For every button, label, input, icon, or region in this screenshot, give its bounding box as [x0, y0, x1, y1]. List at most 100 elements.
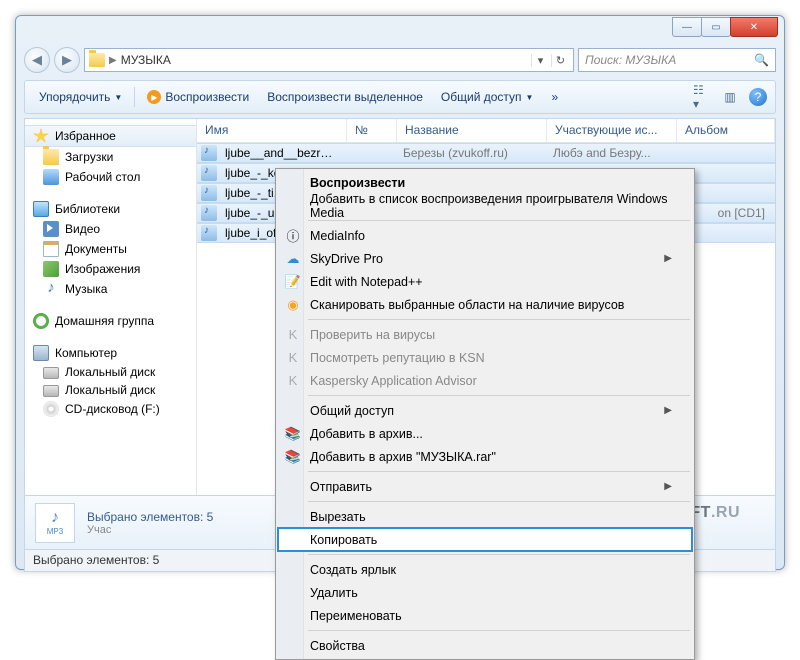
menu-mediainfo[interactable]: ⓘMediaInfo [278, 224, 692, 247]
kaspersky-icon: K [284, 349, 302, 367]
audio-file-icon [201, 145, 217, 161]
cell-artists: Любэ and Безру... [545, 146, 675, 160]
winrar-icon: 📚 [284, 448, 302, 466]
homegroup-icon [33, 313, 49, 329]
sidebar-item-video[interactable]: Видео [25, 219, 196, 239]
chevron-right-icon: ▶ [664, 253, 672, 264]
library-icon [33, 201, 49, 217]
skydrive-icon: ☁ [284, 250, 302, 268]
col-album[interactable]: Альбом [677, 119, 775, 142]
chevron-right-icon: ▶ [664, 405, 672, 416]
share-button[interactable]: Общий доступ ▼ [435, 87, 540, 107]
col-artists[interactable]: Участвующие ис... [547, 119, 677, 142]
folder-icon [89, 53, 105, 67]
menu-send-to[interactable]: Отправить▶ [278, 475, 692, 498]
audio-file-icon [201, 225, 217, 241]
mediainfo-icon: ⓘ [284, 227, 302, 245]
video-icon [43, 221, 59, 237]
nav-bar: ◀ ▶ ▶ МУЗЫКА ▾ ↻ Поиск: МУЗЫКА 🔍 [24, 44, 776, 76]
play-button[interactable]: ▶Воспроизвести [141, 87, 255, 107]
menu-scan-virus[interactable]: ◉Сканировать выбранные области на наличи… [278, 293, 692, 316]
sidebar-computer[interactable]: Компьютер [25, 343, 196, 363]
chevron-right-icon[interactable]: ▶ [109, 55, 117, 66]
toolbar: Упорядочить ▼ ▶Воспроизвести Воспроизвес… [24, 80, 776, 114]
maximize-button[interactable]: ▭ [701, 17, 731, 37]
details-sub: Учас [87, 524, 213, 536]
music-icon: ♪ [43, 281, 59, 297]
sidebar-item-documents[interactable]: Документы [25, 239, 196, 259]
col-name[interactable]: Имя [197, 119, 347, 142]
desktop-icon [43, 169, 59, 185]
menu-add-wmp[interactable]: Добавить в список воспроизведения проигр… [278, 194, 692, 217]
disk-icon [43, 367, 59, 379]
breadcrumb-dropdown[interactable]: ▾ [531, 54, 549, 67]
cd-icon [43, 401, 59, 417]
menu-copy[interactable]: Копировать [278, 528, 692, 551]
computer-icon [33, 345, 49, 361]
table-row[interactable]: ljube__and__bezruk... Березы (zvukoff.ru)… [197, 143, 775, 163]
nav-back-button[interactable]: ◀ [24, 47, 50, 73]
nav-forward-button[interactable]: ▶ [54, 47, 80, 73]
winrar-icon: 📚 [284, 425, 302, 443]
avast-icon: ◉ [284, 296, 302, 314]
kaspersky-icon: K [284, 372, 302, 390]
col-no[interactable]: № [347, 119, 397, 142]
audio-file-icon [201, 205, 217, 221]
column-headers: Имя № Название Участвующие ис... Альбом [197, 119, 775, 143]
menu-create-shortcut[interactable]: Создать ярлык [278, 558, 692, 581]
sidebar-libraries[interactable]: Библиотеки [25, 199, 196, 219]
sidebar-item-desktop[interactable]: Рабочий стол [25, 167, 196, 187]
help-button[interactable]: ? [749, 88, 767, 106]
disk-icon [43, 385, 59, 397]
menu-rename[interactable]: Переименовать [278, 604, 692, 627]
address-bar[interactable]: ▶ МУЗЫКА ▾ ↻ [84, 48, 574, 72]
folder-icon [43, 149, 59, 165]
sidebar-item-cd[interactable]: CD-дисковод (F:) [25, 399, 196, 419]
menu-cut[interactable]: Вырезать [278, 505, 692, 528]
menu-kaspersky-advisor[interactable]: KKaspersky Application Advisor [278, 369, 692, 392]
menu-delete[interactable]: Удалить [278, 581, 692, 604]
menu-properties[interactable]: Свойства [278, 634, 692, 657]
notepad-icon: 📝 [284, 273, 302, 291]
menu-ksn[interactable]: KПосмотреть репутацию в KSN [278, 346, 692, 369]
play-icon: ▶ [147, 90, 161, 104]
cell-title: Березы (zvukoff.ru) [395, 146, 545, 160]
sidebar-item-music[interactable]: ♪Музыка [25, 279, 196, 299]
organize-button[interactable]: Упорядочить ▼ [33, 87, 128, 107]
more-button[interactable]: » [545, 87, 564, 107]
context-menu: Воспроизвести Добавить в список воспроиз… [275, 168, 695, 660]
menu-add-rar[interactable]: 📚Добавить в архив "МУЗЫКА.rar" [278, 445, 692, 468]
kaspersky-icon: K [284, 326, 302, 344]
menu-check-virus[interactable]: KПроверить на вирусы [278, 323, 692, 346]
close-button[interactable]: ✕ [730, 17, 778, 37]
sidebar-item-disk[interactable]: Локальный диск [25, 381, 196, 399]
preview-pane-button[interactable]: ▥ [721, 88, 739, 106]
refresh-button[interactable]: ↻ [551, 54, 569, 67]
star-icon [33, 128, 49, 144]
search-input[interactable]: Поиск: МУЗЫКА 🔍 [578, 48, 776, 72]
audio-file-icon [201, 165, 217, 181]
sidebar-homegroup[interactable]: Домашняя группа [25, 311, 196, 331]
nav-sidebar: Избранное Загрузки Рабочий стол Библиоте… [25, 119, 197, 495]
chevron-right-icon: ▶ [664, 481, 672, 492]
titlebar: — ▭ ✕ [16, 16, 784, 44]
menu-skydrive[interactable]: ☁SkyDrive Pro▶ [278, 247, 692, 270]
sidebar-item-images[interactable]: Изображения [25, 259, 196, 279]
col-title[interactable]: Название [397, 119, 547, 142]
view-options-button[interactable]: ☷ ▾ [693, 88, 711, 106]
play-selected-button[interactable]: Воспроизвести выделенное [261, 87, 429, 107]
search-placeholder: Поиск: МУЗЫКА [585, 53, 676, 67]
minimize-button[interactable]: — [672, 17, 702, 37]
menu-add-archive[interactable]: 📚Добавить в архив... [278, 422, 692, 445]
sidebar-item-disk[interactable]: Локальный диск [25, 363, 196, 381]
sidebar-favorites[interactable]: Избранное [25, 125, 196, 147]
file-thumbnail: MP3 [35, 503, 75, 543]
menu-notepad[interactable]: 📝Edit with Notepad++ [278, 270, 692, 293]
breadcrumb-folder[interactable]: МУЗЫКА [121, 53, 171, 67]
menu-share[interactable]: Общий доступ▶ [278, 399, 692, 422]
audio-file-icon [201, 185, 217, 201]
sidebar-item-downloads[interactable]: Загрузки [25, 147, 196, 167]
search-icon[interactable]: 🔍 [754, 53, 769, 67]
cell-name: ljube__and__bezruk... [217, 146, 345, 160]
details-selected: Выбрано элементов: 5 [87, 510, 213, 524]
